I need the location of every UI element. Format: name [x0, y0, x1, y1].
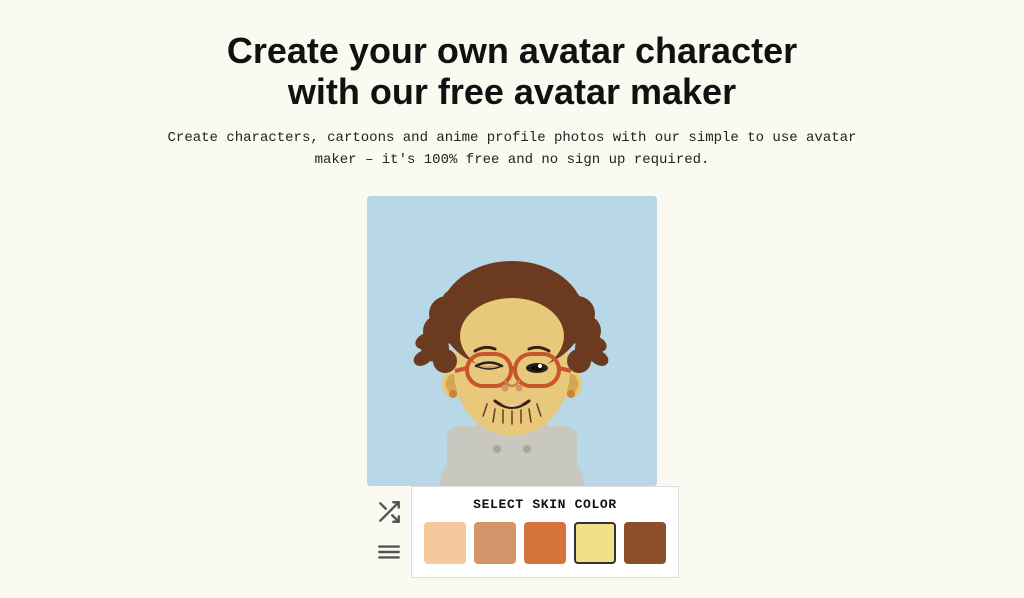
skin-colors — [424, 522, 666, 564]
menu-button[interactable] — [371, 534, 407, 570]
skin-color-label: SELECT SKIN COLOR — [424, 497, 666, 512]
page-title: Create your own avatar character with ou… — [227, 30, 797, 113]
avatar-canvas — [367, 196, 657, 486]
shuffle-button[interactable] — [371, 494, 407, 530]
controls-row: SELECT SKIN COLOR — [367, 486, 657, 578]
icon-buttons — [367, 486, 411, 578]
avatar-section: SELECT SKIN COLOR — [367, 196, 657, 578]
skin-swatch-orange[interactable] — [524, 522, 566, 564]
page-subtitle: Create characters, cartoons and anime pr… — [162, 127, 862, 172]
skin-swatch-yellow[interactable] — [574, 522, 616, 564]
skin-color-panel: SELECT SKIN COLOR — [411, 486, 679, 578]
skin-swatch-tan[interactable] — [474, 522, 516, 564]
page-wrapper: Create your own avatar character with ou… — [0, 0, 1024, 598]
skin-swatch-brown[interactable] — [624, 522, 666, 564]
skin-swatch-light[interactable] — [424, 522, 466, 564]
